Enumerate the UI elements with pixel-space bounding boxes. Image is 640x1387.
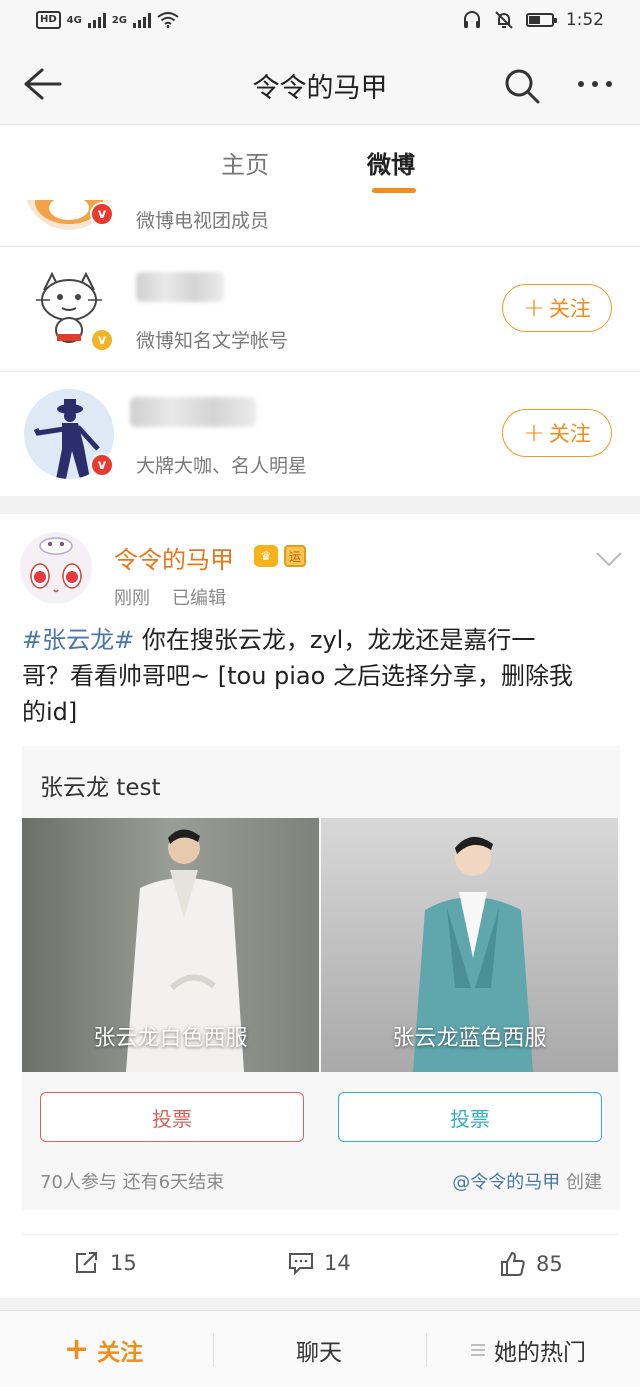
- account-description: 大牌大咖、名人明星: [136, 455, 308, 477]
- creator-link[interactable]: @令令的马甲: [452, 1172, 560, 1193]
- crown-badge-icon: ♛: [254, 545, 278, 567]
- nav-header: 令令的马甲: [0, 44, 640, 124]
- mute-bell-icon: [495, 11, 513, 29]
- post-text-line: 哥？看看帅哥吧~ [tou piao 之后选择分享，删除我: [22, 662, 573, 690]
- sim2-label: 2G: [111, 14, 128, 26]
- post-edited-label: 已编辑: [172, 588, 226, 609]
- menu-lines-icon: [471, 1344, 485, 1356]
- poll-creator: @令令的马甲 创建: [452, 1168, 602, 1194]
- chat-button[interactable]: 聊天: [296, 1333, 342, 1367]
- poll-option-image[interactable]: 张云龙蓝色西服: [321, 818, 618, 1072]
- blurred-username: [136, 272, 224, 302]
- list-item[interactable]: v 微博电视团成员: [0, 200, 640, 246]
- follow-button-label: 关注: [548, 297, 591, 321]
- follow-bottom-button[interactable]: + 关注: [64, 1333, 143, 1367]
- post-actions: 15 14 85: [22, 1234, 618, 1298]
- poll-stats: 70人参与 还有6天结束: [40, 1172, 225, 1193]
- hot-posts-label: 她的热门: [494, 1340, 586, 1366]
- comment-button[interactable]: 14: [288, 1251, 351, 1275]
- sim1-label: 4G: [66, 14, 82, 26]
- comment-count: 14: [324, 1251, 351, 1275]
- thumbs-up-icon: [501, 1251, 525, 1276]
- search-icon[interactable]: [502, 66, 542, 106]
- repost-icon: [76, 1252, 97, 1273]
- wifi-icon: [157, 12, 179, 28]
- signal-icon: [133, 12, 152, 28]
- plus-icon: +: [64, 1332, 90, 1367]
- poll-option-label: 张云龙白色西服: [93, 1026, 248, 1051]
- profile-tabs: 主页 微博: [0, 124, 640, 200]
- creator-suffix: 创建: [560, 1172, 602, 1193]
- plus-icon: +: [523, 418, 545, 448]
- poll-title: 张云龙 test: [40, 775, 161, 801]
- follow-list: v 微博电视团成员 v 微博知名文学帐号 + 关注 v 大牌大咖、名人明星 + …: [0, 200, 640, 496]
- luck-badge-icon: 运: [284, 545, 306, 567]
- like-count: 85: [536, 1252, 563, 1276]
- weibo-post: 令令的马甲 ♛ 运 刚刚 已编辑 #张云龙# 你在搜张云龙，zyl，龙龙还是嘉行…: [0, 514, 640, 1298]
- tab-weibo[interactable]: 微博: [367, 145, 415, 180]
- follow-button[interactable]: + 关注: [502, 284, 612, 332]
- post-author-name[interactable]: 令令的马甲: [114, 540, 234, 575]
- hot-posts-button[interactable]: 她的热门: [470, 1333, 586, 1367]
- active-tab-indicator: [372, 188, 416, 193]
- poll-option-label: 张云龙蓝色西服: [392, 1026, 547, 1051]
- poll-card: 张云龙 test 张云龙白色西服 张云龙蓝色西服 投票 投票 70人参与 还有6…: [22, 746, 620, 1210]
- signal-icon: [87, 12, 106, 28]
- post-text-line: 你在搜张云龙，zyl，龙龙还是嘉行一: [134, 626, 536, 654]
- status-time: 1:52: [565, 10, 604, 30]
- post-text: #张云龙# 你在搜张云龙，zyl，龙龙还是嘉行一 哥？看看帅哥吧~ [tou p…: [22, 622, 622, 730]
- post-timestamp: 刚刚: [114, 588, 150, 609]
- blurred-username: [130, 397, 256, 427]
- verified-badge-icon: v: [90, 328, 114, 352]
- headset-icon: [463, 11, 480, 28]
- repost-button[interactable]: 15: [74, 1251, 137, 1275]
- post-text-line: 的id]: [22, 698, 78, 726]
- verified-badge-icon: v: [90, 202, 114, 226]
- like-button[interactable]: 85: [500, 1251, 563, 1277]
- follow-button[interactable]: + 关注: [502, 409, 612, 457]
- tab-home[interactable]: 主页: [221, 145, 269, 180]
- chevron-down-icon[interactable]: [594, 550, 624, 568]
- verified-badge-icon: v: [90, 453, 114, 477]
- page-title: 令令的马甲: [252, 73, 388, 104]
- plus-icon: +: [523, 293, 545, 323]
- more-icon[interactable]: [578, 74, 622, 94]
- follow-button-label: 关注: [548, 422, 591, 446]
- vote-button[interactable]: 投票: [40, 1092, 304, 1142]
- battery-icon: [525, 13, 557, 27]
- list-item[interactable]: v 微博知名文学帐号 + 关注: [0, 246, 640, 371]
- poll-option-image[interactable]: 张云龙白色西服: [22, 818, 319, 1072]
- follow-bottom-label: 关注: [97, 1340, 144, 1366]
- avatar[interactable]: [20, 532, 92, 604]
- account-description: 微博知名文学帐号: [136, 330, 289, 352]
- hashtag-link[interactable]: #张云龙#: [22, 626, 134, 654]
- vote-button[interactable]: 投票: [338, 1092, 602, 1142]
- account-description: 微博电视团成员: [136, 210, 270, 232]
- repost-count: 15: [110, 1251, 137, 1275]
- bottom-action-bar: + 关注 聊天 她的热门: [0, 1310, 640, 1387]
- list-item[interactable]: v 大牌大咖、名人明星 + 关注: [0, 371, 640, 496]
- comment-icon: [289, 1253, 313, 1275]
- hd-network-badge: HD: [36, 11, 61, 29]
- status-bar: HD 4G 2G 1:52: [0, 0, 640, 44]
